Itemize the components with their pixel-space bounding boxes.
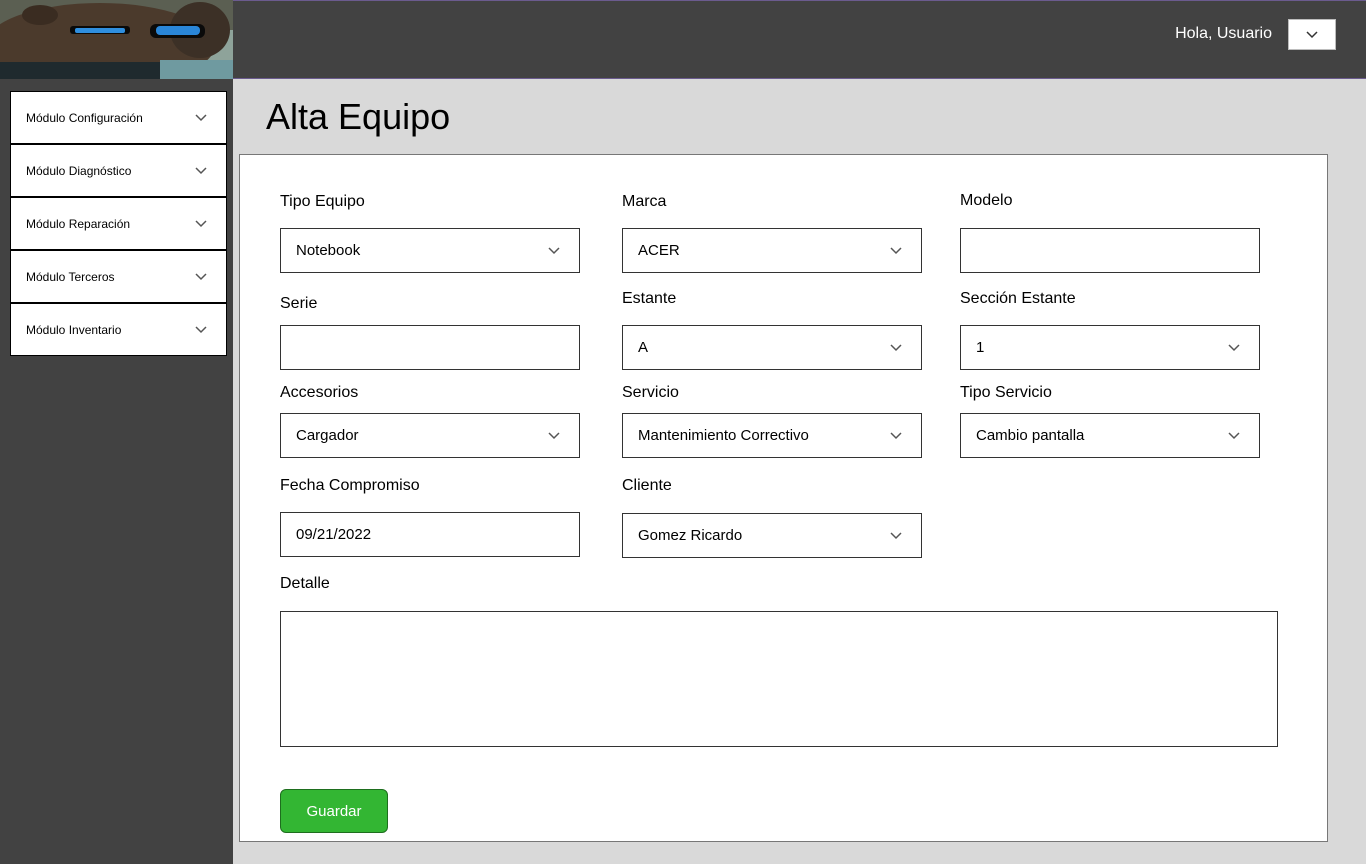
chevron-down-icon [1228,343,1240,351]
tipo-equipo-label: Tipo Equipo [280,193,365,210]
fecha-compromiso-input[interactable]: 09/21/2022 [280,512,580,557]
serie-label: Serie [280,295,318,312]
seccion-estante-select[interactable]: 1 [960,325,1260,370]
fecha-compromiso-label: Fecha Compromiso [280,477,420,494]
chevron-down-icon [195,166,207,174]
save-button[interactable]: Guardar [280,789,388,833]
seccion-estante-value: 1 [976,339,985,356]
tipo-equipo-value: Notebook [296,242,361,259]
capybara-logo-image [0,0,233,79]
chevron-down-icon [890,431,902,439]
marca-select[interactable]: ACER [622,228,922,273]
top-bar: Hola, Usuario [233,0,1366,79]
chevron-down-icon [195,272,207,280]
page-title: Alta Equipo [266,96,451,137]
sidebar-item-diagnostico[interactable]: Módulo Diagnóstico [10,144,227,197]
accesorios-select[interactable]: Cargador [280,413,580,458]
marca-value: ACER [638,242,680,259]
tipo-servicio-value: Cambio pantalla [976,427,1085,444]
chevron-down-icon [1306,30,1318,38]
chevron-down-icon [890,531,902,539]
cliente-value: Gomez Ricardo [638,527,743,544]
seccion-estante-label: Sección Estante [960,290,1076,307]
tipo-servicio-label: Tipo Servicio [960,384,1052,401]
detalle-textarea[interactable] [280,611,1278,747]
cliente-select[interactable]: Gomez Ricardo [622,513,922,558]
sidebar-item-label: Módulo Reparación [26,216,131,231]
sidebar: Módulo Configuración Módulo Diagnóstico … [0,79,233,864]
modelo-label: Modelo [960,192,1013,209]
sidebar-item-label: Módulo Configuración [26,110,143,125]
sidebar-item-terceros[interactable]: Módulo Terceros [10,250,227,303]
detalle-label: Detalle [280,575,330,592]
tipo-servicio-select[interactable]: Cambio pantalla [960,413,1260,458]
sidebar-item-label: Módulo Terceros [26,269,115,284]
chevron-down-icon [890,343,902,351]
modelo-input[interactable] [960,228,1260,273]
chevron-down-icon [1228,431,1240,439]
tipo-equipo-select[interactable]: Notebook [280,228,580,273]
marca-label: Marca [622,193,667,210]
accesorios-value: Cargador [296,427,359,444]
logo [0,0,233,79]
sidebar-item-reparacion[interactable]: Módulo Reparación [10,197,227,250]
chevron-down-icon [195,219,207,227]
chevron-down-icon [548,431,560,439]
chevron-down-icon [195,325,207,333]
user-greeting: Hola, Usuario [1175,25,1272,42]
estante-label: Estante [622,290,677,307]
servicio-select[interactable]: Mantenimiento Correctivo [622,413,922,458]
fecha-compromiso-value: 09/21/2022 [296,526,372,543]
estante-select[interactable]: A [622,325,922,370]
chevron-down-icon [195,113,207,121]
serie-input[interactable] [280,325,580,370]
sidebar-item-label: Módulo Inventario [26,322,122,337]
accesorios-label: Accesorios [280,384,359,401]
estante-value: A [638,339,649,356]
servicio-value: Mantenimiento Correctivo [638,427,809,444]
user-menu-button[interactable] [1288,19,1336,50]
sidebar-item-label: Módulo Diagnóstico [26,163,132,178]
servicio-label: Servicio [622,384,679,401]
cliente-label: Cliente [622,477,672,494]
chevron-down-icon [548,246,560,254]
chevron-down-icon [890,246,902,254]
sidebar-item-configuracion[interactable]: Módulo Configuración [10,91,227,144]
sidebar-item-inventario[interactable]: Módulo Inventario [10,303,227,356]
